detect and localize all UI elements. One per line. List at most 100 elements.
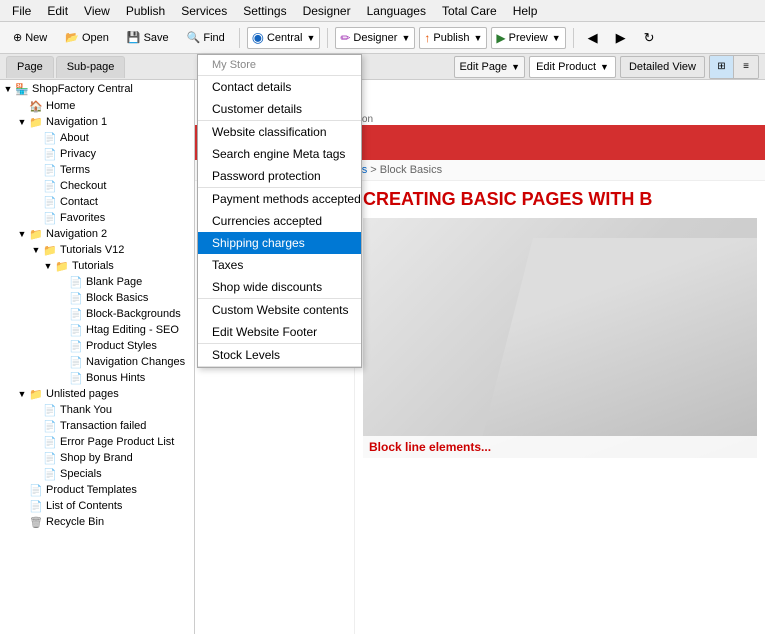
menu-designer[interactable]: Designer bbox=[295, 2, 359, 20]
rb-trash-icon: 🗑 bbox=[28, 515, 44, 529]
sidebar-item-checkout[interactable]: ▶ 📄 Checkout bbox=[0, 178, 194, 194]
grid-view-button[interactable]: ⊞ bbox=[710, 56, 734, 78]
content-image: Block line elements... bbox=[363, 218, 757, 458]
sidebar-item-tutorialsv12[interactable]: ▼ 📁 Tutorials V12 bbox=[0, 242, 194, 258]
sidebar-item-productstyles[interactable]: ▶ 📄 Product Styles bbox=[0, 338, 194, 354]
page-tab-label: Page bbox=[17, 61, 43, 73]
dropdown-mystore[interactable]: My Store bbox=[198, 55, 361, 75]
dropdown-customer-details[interactable]: Customer details bbox=[198, 98, 361, 120]
edit-page-dropdown[interactable]: Edit Page ▼ bbox=[454, 56, 525, 78]
sf-right-column: CREATING BASIC PAGES WITH B Block line e… bbox=[355, 181, 765, 634]
sidebar-item-privacy[interactable]: ▶ 📄 Privacy bbox=[0, 146, 194, 162]
sidebar-item-tutorials[interactable]: ▼ 📁 Tutorials bbox=[0, 258, 194, 274]
contact-label: Contact bbox=[60, 196, 98, 208]
breadcrumb-sep3: > bbox=[370, 164, 379, 176]
preview-arrow-icon: ▼ bbox=[552, 33, 561, 43]
dropdown-payment-methods[interactable]: Payment methods accepted bbox=[198, 188, 361, 210]
sidebar-item-unlisted[interactable]: ▼ 📁 Unlisted pages bbox=[0, 386, 194, 402]
open-button[interactable]: 📂 Open bbox=[58, 28, 116, 47]
menu-totalcare[interactable]: Total Care bbox=[434, 2, 505, 20]
pt-label: Product Templates bbox=[46, 484, 137, 496]
forward-button[interactable]: ▶ bbox=[609, 27, 633, 49]
designer-icon: ✏ bbox=[340, 31, 350, 45]
dropdown-section-stock: Stock Levels bbox=[198, 344, 361, 367]
new-icon: ⊕ bbox=[13, 31, 22, 44]
edit-product-dropdown[interactable]: Edit Product ▼ bbox=[529, 56, 616, 78]
htag-label: Htag Editing - SEO bbox=[86, 324, 179, 336]
sidebar-item-blankpage[interactable]: ▶ 📄 Blank Page bbox=[0, 274, 194, 290]
unlisted-folder-icon: 📁 bbox=[28, 387, 44, 401]
sidebar-item-transfailed[interactable]: ▶ 📄 Transaction failed bbox=[0, 418, 194, 434]
sidebar-item-contact[interactable]: ▶ 📄 Contact bbox=[0, 194, 194, 210]
save-button[interactable]: 💾 Save bbox=[120, 28, 176, 47]
tab-page[interactable]: Page bbox=[6, 56, 54, 78]
ps-page-icon: 📄 bbox=[68, 339, 84, 353]
terms-page-icon: 📄 bbox=[42, 163, 58, 177]
dropdown-contact-details[interactable]: Contact details bbox=[198, 76, 361, 98]
dropdown-currencies[interactable]: Currencies accepted bbox=[198, 210, 361, 232]
menu-languages[interactable]: Languages bbox=[359, 2, 434, 20]
sidebar-item-terms[interactable]: ▶ 📄 Terms bbox=[0, 162, 194, 178]
edit-product-arrow-icon: ▼ bbox=[600, 62, 609, 72]
sidebar-item-blockbg[interactable]: ▶ 📄 Block-Backgrounds bbox=[0, 306, 194, 322]
bh-label: Bonus Hints bbox=[86, 372, 145, 384]
toolbar: ⊕ New 📂 Open 💾 Save 🔍 Find ◉ Central ▼ ✏… bbox=[0, 22, 765, 54]
detailed-view-button[interactable]: Detailed View bbox=[620, 56, 705, 78]
menu-view[interactable]: View bbox=[76, 2, 118, 20]
view-icons-group: ⊞ ≡ bbox=[709, 55, 759, 79]
checkout-page-icon: 📄 bbox=[42, 179, 58, 193]
menu-help[interactable]: Help bbox=[505, 2, 546, 20]
sidebar-item-home[interactable]: ▶ 🏠 Home bbox=[0, 98, 194, 114]
sidebar-item-specials[interactable]: ▶ 📄 Specials bbox=[0, 466, 194, 482]
dropdown-password[interactable]: Password protection bbox=[198, 165, 361, 187]
central-dropdown[interactable]: ◉ Central ▼ bbox=[247, 27, 321, 49]
menu-edit[interactable]: Edit bbox=[39, 2, 76, 20]
menu-services[interactable]: Services bbox=[173, 2, 235, 20]
sidebar-item-listofcontents[interactable]: ▶ 📄 List of Contents bbox=[0, 498, 194, 514]
sidebar-item-htag[interactable]: ▶ 📄 Htag Editing - SEO bbox=[0, 322, 194, 338]
sidebar-item-about[interactable]: ▶ 📄 About bbox=[0, 130, 194, 146]
sidebar-item-navigation2[interactable]: ▼ 📁 Navigation 2 bbox=[0, 226, 194, 242]
refresh-button[interactable]: ↻ bbox=[637, 27, 662, 49]
loc-page-icon: 📄 bbox=[28, 499, 44, 513]
sidebar-item-thankyou[interactable]: ▶ 📄 Thank You bbox=[0, 402, 194, 418]
bh-page-icon: 📄 bbox=[68, 371, 84, 385]
dropdown-stock-levels[interactable]: Stock Levels bbox=[198, 344, 361, 366]
sidebar-item-errorpage[interactable]: ▶ 📄 Error Page Product List bbox=[0, 434, 194, 450]
new-button[interactable]: ⊕ New bbox=[6, 28, 54, 47]
preview-dropdown[interactable]: ▶ Preview ▼ bbox=[491, 27, 565, 49]
sidebar-item-navigation1[interactable]: ▼ 📁 Navigation 1 bbox=[0, 114, 194, 130]
ep-label: Error Page Product List bbox=[60, 436, 174, 448]
list-view-button[interactable]: ≡ bbox=[734, 56, 758, 78]
sidebar-item-recyclebin[interactable]: ▶ 🗑 Recycle Bin bbox=[0, 514, 194, 530]
tab-subpage[interactable]: Sub-page bbox=[56, 56, 126, 78]
page-title: CREATING BASIC PAGES WITH B bbox=[363, 189, 757, 210]
dropdown-taxes[interactable]: Taxes bbox=[198, 254, 361, 276]
hand-image bbox=[477, 238, 757, 458]
privacy-label: Privacy bbox=[60, 148, 96, 160]
menu-publish[interactable]: Publish bbox=[118, 2, 173, 20]
sidebar-item-blockbasics[interactable]: ▶ 📄 Block Basics bbox=[0, 290, 194, 306]
sidebar-item-bonushints[interactable]: ▶ 📄 Bonus Hints bbox=[0, 370, 194, 386]
find-button[interactable]: 🔍 Find bbox=[180, 28, 232, 47]
publish-dropdown[interactable]: ↑ Publish ▼ bbox=[419, 27, 487, 49]
designer-dropdown[interactable]: ✏ Designer ▼ bbox=[335, 27, 415, 49]
sidebar-item-shopbybrand[interactable]: ▶ 📄 Shop by Brand bbox=[0, 450, 194, 466]
menu-file[interactable]: File bbox=[4, 2, 39, 20]
back-button[interactable]: ◀ bbox=[581, 27, 605, 49]
dropdown-shipping-charges[interactable]: Shipping charges bbox=[198, 232, 361, 254]
sidebar-item-producttemplates[interactable]: ▶ 📄 Product Templates bbox=[0, 482, 194, 498]
open-icon: 📂 bbox=[65, 31, 79, 44]
dropdown-section-custom: Custom Website contents Edit Website Foo… bbox=[198, 299, 361, 344]
contact-page-icon: 📄 bbox=[42, 195, 58, 209]
sidebar-root[interactable]: ▼ 🏪 ShopFactory Central bbox=[0, 80, 194, 98]
nav1-folder-icon: 📁 bbox=[28, 115, 44, 129]
dropdown-shop-wide-discounts[interactable]: Shop wide discounts bbox=[198, 276, 361, 298]
dropdown-search-engine[interactable]: Search engine Meta tags bbox=[198, 143, 361, 165]
sidebar-item-navchanges[interactable]: ▶ 📄 Navigation Changes bbox=[0, 354, 194, 370]
sidebar-item-favorites[interactable]: ▶ 📄 Favorites bbox=[0, 210, 194, 226]
dropdown-edit-footer[interactable]: Edit Website Footer bbox=[198, 321, 361, 343]
menu-settings[interactable]: Settings bbox=[235, 2, 294, 20]
dropdown-website-classification[interactable]: Website classification bbox=[198, 121, 361, 143]
dropdown-custom-website[interactable]: Custom Website contents bbox=[198, 299, 361, 321]
